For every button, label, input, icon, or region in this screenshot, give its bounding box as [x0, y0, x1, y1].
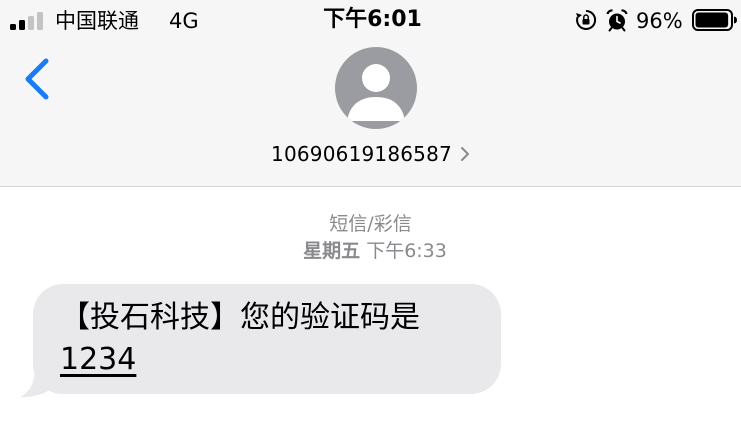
contact-info-button[interactable]: 10690619186587: [200, 140, 541, 168]
timestamp-day: 星期五: [303, 240, 361, 262]
chevron-right-icon: [460, 147, 469, 161]
service-label: 短信/彩信: [329, 213, 412, 235]
alarm-icon: [606, 9, 628, 32]
cellular-signal-icon: [10, 12, 48, 30]
rotation-lock-icon: [576, 9, 597, 30]
signal-bar: [19, 20, 25, 30]
carrier-name: 中国联通: [55, 9, 139, 33]
chevron-left-icon: [25, 58, 49, 100]
verification-code-link[interactable]: 1234: [60, 342, 136, 377]
status-bar: 中国联通 4G 下午6:01 96%: [0, 0, 741, 40]
message-timestamp: 星期五 下午6:33: [0, 238, 741, 264]
network-type: 4G: [169, 9, 199, 33]
message-text: 【投石科技】您的验证码是 1234: [60, 297, 490, 381]
person-icon: [347, 64, 405, 121]
signal-bar: [37, 12, 43, 30]
timestamp-time: 下午6:33: [366, 240, 447, 262]
signal-bar: [28, 16, 34, 30]
status-time: 下午6:01: [323, 7, 422, 32]
message-body: 【投石科技】您的验证码是: [60, 300, 420, 335]
conversation-header: 中国联通 4G 下午6:01 96% 10690619186587: [0, 0, 741, 187]
contact-number: 10690619186587: [271, 142, 452, 166]
signal-bar: [10, 24, 16, 30]
battery-percentage: 96%: [636, 9, 683, 33]
back-button[interactable]: [18, 55, 58, 105]
battery-icon: [692, 9, 737, 31]
contact-avatar[interactable]: [335, 47, 417, 129]
